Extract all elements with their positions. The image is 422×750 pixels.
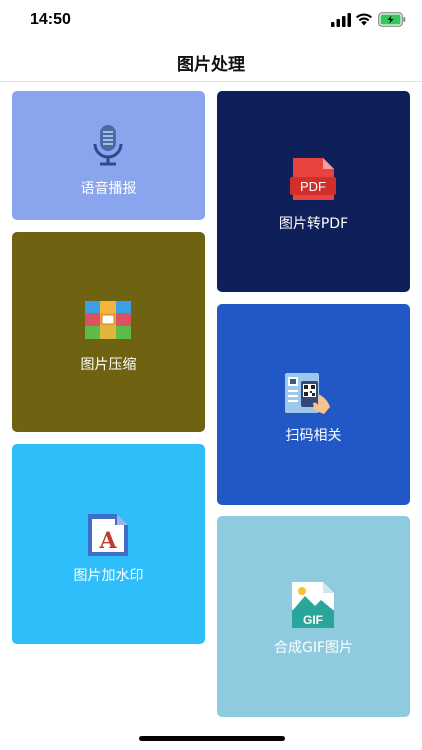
gif-text: GIF xyxy=(303,613,323,627)
microphone-icon xyxy=(93,125,123,166)
tile-image-to-pdf[interactable]: PDF 图片转PDF xyxy=(217,91,410,292)
tile-label: 语音播报 xyxy=(80,181,137,197)
tile-label: 图片压缩 xyxy=(80,357,137,373)
pdf-icon: PDF xyxy=(290,158,336,200)
doc-letter: A xyxy=(98,528,117,554)
wifi-icon xyxy=(356,13,372,26)
tile-image-watermark[interactable]: A 图片加水印 xyxy=(12,444,205,644)
home-indicator xyxy=(139,736,285,741)
pdf-text: PDF xyxy=(300,179,326,194)
tile-qr-scan[interactable]: 扫码相关 xyxy=(217,304,410,505)
status-time: 14:50 xyxy=(30,11,71,28)
gif-image-icon: GIF xyxy=(292,582,334,628)
archive-icon xyxy=(85,301,131,339)
qr-scan-icon xyxy=(285,373,330,414)
tile-label: 图片加水印 xyxy=(73,568,144,584)
tile-label: 合成GIF图片 xyxy=(273,640,354,656)
tile-label: 图片转PDF xyxy=(278,216,349,232)
page-title: 图片处理 xyxy=(177,55,245,75)
document-a-icon: A xyxy=(88,514,128,556)
status-bar: 14:50 xyxy=(0,0,422,44)
tile-image-compress[interactable]: 图片压缩 xyxy=(12,232,205,432)
tile-label: 扫码相关 xyxy=(285,428,342,444)
tile-gif-maker[interactable]: GIF 合成GIF图片 xyxy=(217,516,410,717)
tile-voice-broadcast[interactable]: 语音播报 xyxy=(12,91,205,220)
battery-charging-icon xyxy=(378,12,406,27)
cellular-signal-icon xyxy=(331,13,351,27)
nav-bar: 图片处理 xyxy=(0,44,422,82)
